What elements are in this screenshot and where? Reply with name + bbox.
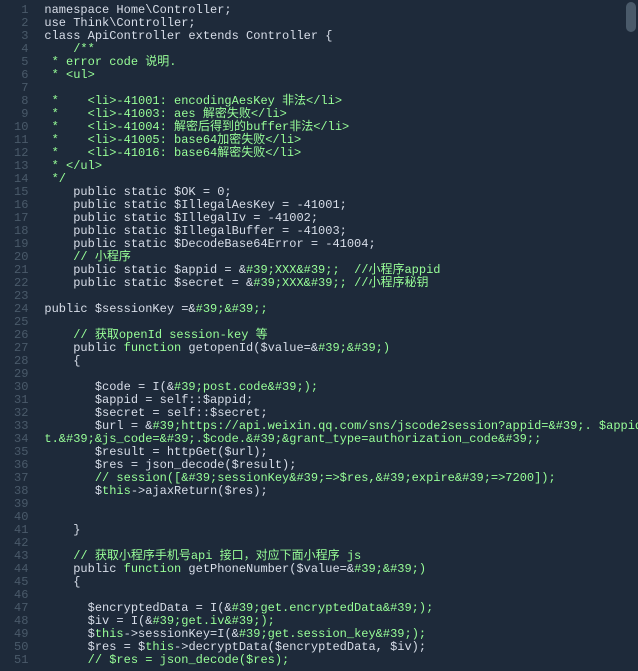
code-line[interactable]: * error code 说明. — [44, 56, 638, 69]
code-token: ->ajaxReturn($res); — [131, 484, 268, 498]
code-token: */ — [44, 172, 66, 186]
code-token: getPhoneNumber($value=& — [181, 562, 354, 576]
code-line[interactable] — [44, 511, 638, 524]
code-token — [44, 42, 73, 56]
code-token: * <li>-41005: base64加密失败</li> — [44, 133, 301, 147]
code-token: { — [44, 575, 80, 589]
code-token: $secret = self::$secret; — [44, 406, 267, 420]
code-line[interactable]: public function getopenId($value=&#39;&#… — [44, 342, 638, 355]
code-token — [44, 250, 73, 264]
code-token: { — [44, 354, 80, 368]
code-token: public static $secret = & — [44, 276, 253, 290]
line-number-gutter: 1234567891011121314151617181920212223242… — [0, 0, 36, 671]
code-token: #39;&#39;; — [196, 302, 268, 316]
code-token: public static $OK = 0; — [44, 185, 231, 199]
code-token: public static $appid = & — [44, 263, 246, 277]
code-token: } — [44, 523, 80, 537]
code-token: public $sessionKey =& — [44, 302, 195, 316]
code-token: * <li>-41003: aes 解密失败</li> — [44, 107, 286, 121]
code-token: public static $DecodeBase64Error = -4100… — [44, 237, 375, 251]
code-token: public static $IllegalBuffer = -41003; — [44, 224, 346, 238]
code-token: #39;&#39;) — [354, 562, 426, 576]
code-token: public — [44, 341, 123, 355]
code-token: $encryptedData = I(& — [44, 601, 231, 615]
code-token: #39;get.session_key&#39;); — [239, 627, 426, 641]
code-token: /** — [73, 42, 95, 56]
code-token: #39;&#39;) — [318, 341, 390, 355]
code-token: $url = & — [44, 419, 152, 433]
code-token: // 小程序 — [73, 250, 131, 264]
code-line[interactable]: public $sessionKey =&#39;&#39;; — [44, 303, 638, 316]
code-line[interactable]: } — [44, 524, 638, 537]
code-token: ->sessionKey=I(& — [124, 627, 239, 641]
code-token: #39;https://api.weixin.qq.com/sns/jscode… — [152, 419, 638, 433]
code-token: t.&#39;&js_code=&#39;.$code.&#39;&grant_… — [44, 432, 541, 446]
code-token: #39;get.iv&#39;); — [152, 614, 274, 628]
vertical-scrollbar-thumb[interactable] — [626, 2, 636, 32]
code-token: public — [44, 562, 123, 576]
code-line[interactable]: { — [44, 355, 638, 368]
code-token: $code = I(& — [44, 380, 174, 394]
code-token: function — [124, 562, 182, 576]
code-token: $iv = I(& — [44, 614, 152, 628]
code-token: $appid = self::$appid; — [44, 393, 253, 407]
code-line[interactable]: { — [44, 576, 638, 589]
code-line[interactable]: * </ul> — [44, 160, 638, 173]
code-line[interactable]: * <li>-41016: base64解密失败</li> — [44, 147, 638, 160]
code-token: public static $IllegalIv = -41002; — [44, 211, 318, 225]
code-token: this — [102, 484, 131, 498]
code-token: ->decryptData($encryptedData, $iv); — [174, 640, 426, 654]
code-area[interactable]: namespace Home\Controller;use Think\Cont… — [36, 0, 638, 671]
code-token: // 获取openId session-key 等 — [73, 328, 267, 342]
code-line[interactable]: public static $DecodeBase64Error = -4100… — [44, 238, 638, 251]
code-token: class ApiController extends Controller { — [44, 29, 332, 43]
code-token: public static $IllegalAesKey = -41001; — [44, 198, 346, 212]
code-token: * <ul> — [44, 68, 94, 82]
code-token: function — [124, 341, 182, 355]
code-line[interactable]: public static $secret = &#39;XXX&#39;; /… — [44, 277, 638, 290]
code-line[interactable]: * <ul> — [44, 69, 638, 82]
code-token: $res = $ — [44, 640, 145, 654]
code-token: $ — [44, 484, 102, 498]
code-token: * <li>-41016: base64解密失败</li> — [44, 146, 301, 160]
code-token: #39;XXX&#39;; //小程序秘钥 — [253, 276, 428, 290]
code-token: namespace Home\Controller; — [44, 3, 231, 17]
code-token: // 获取小程序手机号api 接口，对应下面小程序 js — [73, 549, 361, 563]
code-token: #39;XXX&#39;; //小程序appid — [246, 263, 440, 277]
code-line[interactable] — [44, 498, 638, 511]
code-token — [44, 328, 73, 342]
code-token — [44, 471, 94, 485]
code-token — [44, 653, 87, 667]
code-token: * <li>-41004: 解密后得到的buffer非法</li> — [44, 120, 349, 134]
code-line[interactable]: $this->ajaxReturn($res); — [44, 485, 638, 498]
code-line[interactable]: public function getPhoneNumber($value=&#… — [44, 563, 638, 576]
code-token: $ — [44, 627, 94, 641]
code-token: // $res = json_decode($res); — [88, 653, 290, 667]
code-line[interactable]: class ApiController extends Controller { — [44, 30, 638, 43]
code-token: $res = json_decode($result); — [44, 458, 296, 472]
code-token: getopenId($value=& — [181, 341, 318, 355]
code-token: #39;post.code&#39;); — [174, 380, 318, 394]
code-token — [44, 549, 73, 563]
code-token: $result = httpGet($url); — [44, 445, 267, 459]
code-token: this — [95, 627, 124, 641]
code-token: * <li>-41001: encodingAesKey 非法</li> — [44, 94, 342, 108]
code-token: use Think\Controller; — [44, 16, 195, 30]
line-number: 51 — [14, 654, 28, 667]
code-editor: 1234567891011121314151617181920212223242… — [0, 0, 638, 671]
code-token: // session([&#39;sessionKey&#39;=>$res,&… — [95, 471, 556, 485]
code-line[interactable]: // $res = json_decode($res); — [44, 654, 638, 667]
code-token: this — [145, 640, 174, 654]
code-token: #39;get.encryptedData&#39;); — [232, 601, 434, 615]
code-token: * </ul> — [44, 159, 102, 173]
code-token: * error code 说明. — [44, 55, 176, 69]
